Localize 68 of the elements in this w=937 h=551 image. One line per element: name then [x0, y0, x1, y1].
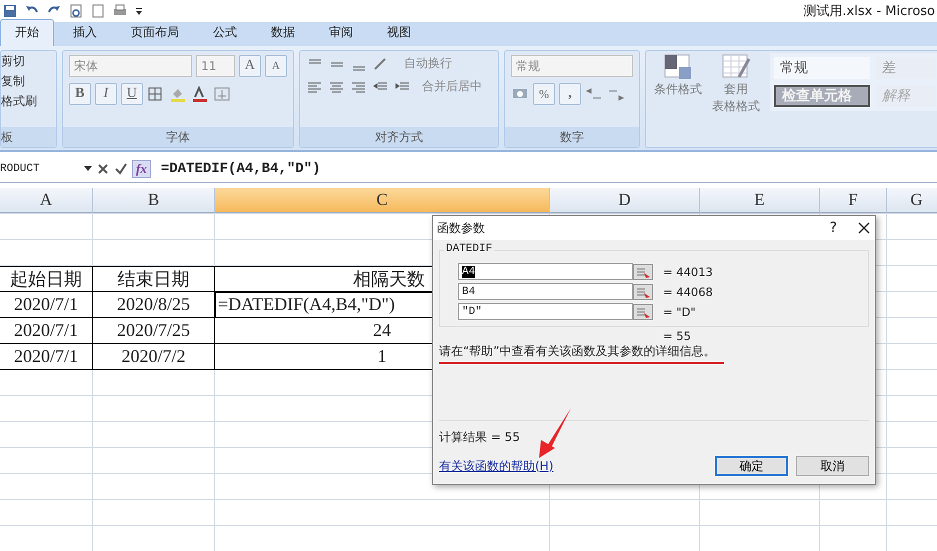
- column-header[interactable]: F: [820, 188, 887, 213]
- group-label: 板: [1, 128, 13, 146]
- insert-function-button[interactable]: fx: [132, 160, 151, 178]
- column-header[interactable]: E: [700, 188, 820, 213]
- formula-result: = 55: [663, 329, 691, 343]
- dialog-button[interactable]: 取消: [796, 456, 869, 476]
- group-label: 数字: [560, 128, 584, 146]
- cancel-icon[interactable]: [96, 162, 110, 176]
- percent-button[interactable]: %: [533, 83, 555, 105]
- grid-icon: [663, 53, 693, 81]
- conditional-format-button[interactable]: 条件格式: [654, 53, 702, 147]
- help-button[interactable]: ?: [830, 220, 837, 236]
- dialog-button[interactable]: 确定: [715, 456, 788, 476]
- argument-field[interactable]: B4: [458, 283, 633, 300]
- table-cell: 2020/8/25: [93, 292, 215, 318]
- name-box[interactable]: RODUCT: [0, 159, 92, 179]
- dropdown-icon: [84, 166, 92, 172]
- clipboard-button[interactable]: 剪切: [1, 53, 56, 70]
- calculation-result: 计算结果 = 55: [439, 430, 520, 444]
- format-as-table-button[interactable]: 套用 表格格式: [712, 53, 760, 147]
- column-title: 结束日期: [93, 266, 215, 292]
- argument-field[interactable]: A4: [458, 263, 633, 280]
- comma-button[interactable]: ,: [559, 83, 581, 105]
- print-preview-icon[interactable]: [68, 3, 84, 19]
- group-label: 对齐方式: [374, 128, 423, 146]
- clipboard-button[interactable]: 格式刷: [1, 93, 56, 110]
- argument-field[interactable]: "D": [458, 303, 633, 320]
- group-label: 字体: [166, 128, 190, 146]
- font-style-button[interactable]: I: [94, 83, 117, 105]
- argument-value: = 44013: [663, 264, 713, 278]
- table-cell: 2020/7/1: [0, 292, 93, 318]
- font-style-button[interactable]: U: [120, 83, 143, 105]
- column-header[interactable]: D: [550, 188, 700, 213]
- save-icon[interactable]: [2, 3, 18, 19]
- argument-value: = "D": [663, 304, 696, 318]
- column-header[interactable]: B: [93, 188, 215, 213]
- enter-icon[interactable]: [114, 162, 128, 176]
- argument-value: = 44068: [663, 284, 713, 298]
- shrink-font-button[interactable]: A: [264, 55, 287, 77]
- collapse-dialog-icon[interactable]: [633, 284, 653, 300]
- help-link[interactable]: 有关该函数的帮助(H): [439, 458, 554, 474]
- table-cell: 2020/7/25: [93, 318, 215, 344]
- ribbon-tab[interactable]: 开始: [0, 19, 54, 46]
- table-cell: 2020/7/1: [0, 318, 93, 344]
- ribbon-tab[interactable]: 插入: [58, 19, 112, 46]
- table-cell: 2020/7/1: [0, 344, 93, 370]
- ribbon-tab[interactable]: 视图: [372, 19, 426, 46]
- table-cell: 2020/7/2: [93, 344, 215, 370]
- window-title: 测试用.xlsx - Microso: [803, 3, 936, 20]
- ribbon-tab[interactable]: 页面布局: [116, 19, 194, 46]
- close-icon[interactable]: [857, 221, 871, 235]
- font-color-icon[interactable]: [190, 86, 209, 102]
- formula-field[interactable]: =DATEDIF(A4,B4,"D"): [154, 161, 320, 177]
- ribbon-tab[interactable]: 公式: [198, 19, 252, 46]
- ribbon-tab[interactable]: 审阅: [314, 19, 368, 46]
- column-header[interactable]: A: [0, 188, 93, 213]
- clipboard-button[interactable]: 复制: [1, 73, 56, 90]
- column-header[interactable]: G: [887, 188, 937, 213]
- cell-style[interactable]: 常规: [774, 57, 870, 79]
- dialog-title: 函数参数: [437, 220, 486, 236]
- new-document-icon[interactable]: [90, 3, 106, 19]
- column-header[interactable]: C: [215, 188, 550, 213]
- collapse-dialog-icon[interactable]: [633, 264, 653, 280]
- grow-font-button[interactable]: A: [238, 55, 261, 77]
- font-style-button[interactable]: B: [68, 83, 91, 105]
- collapse-dialog-icon[interactable]: [633, 304, 653, 320]
- ribbon-tab[interactable]: 数据: [256, 19, 310, 46]
- column-title: 起始日期: [0, 266, 93, 292]
